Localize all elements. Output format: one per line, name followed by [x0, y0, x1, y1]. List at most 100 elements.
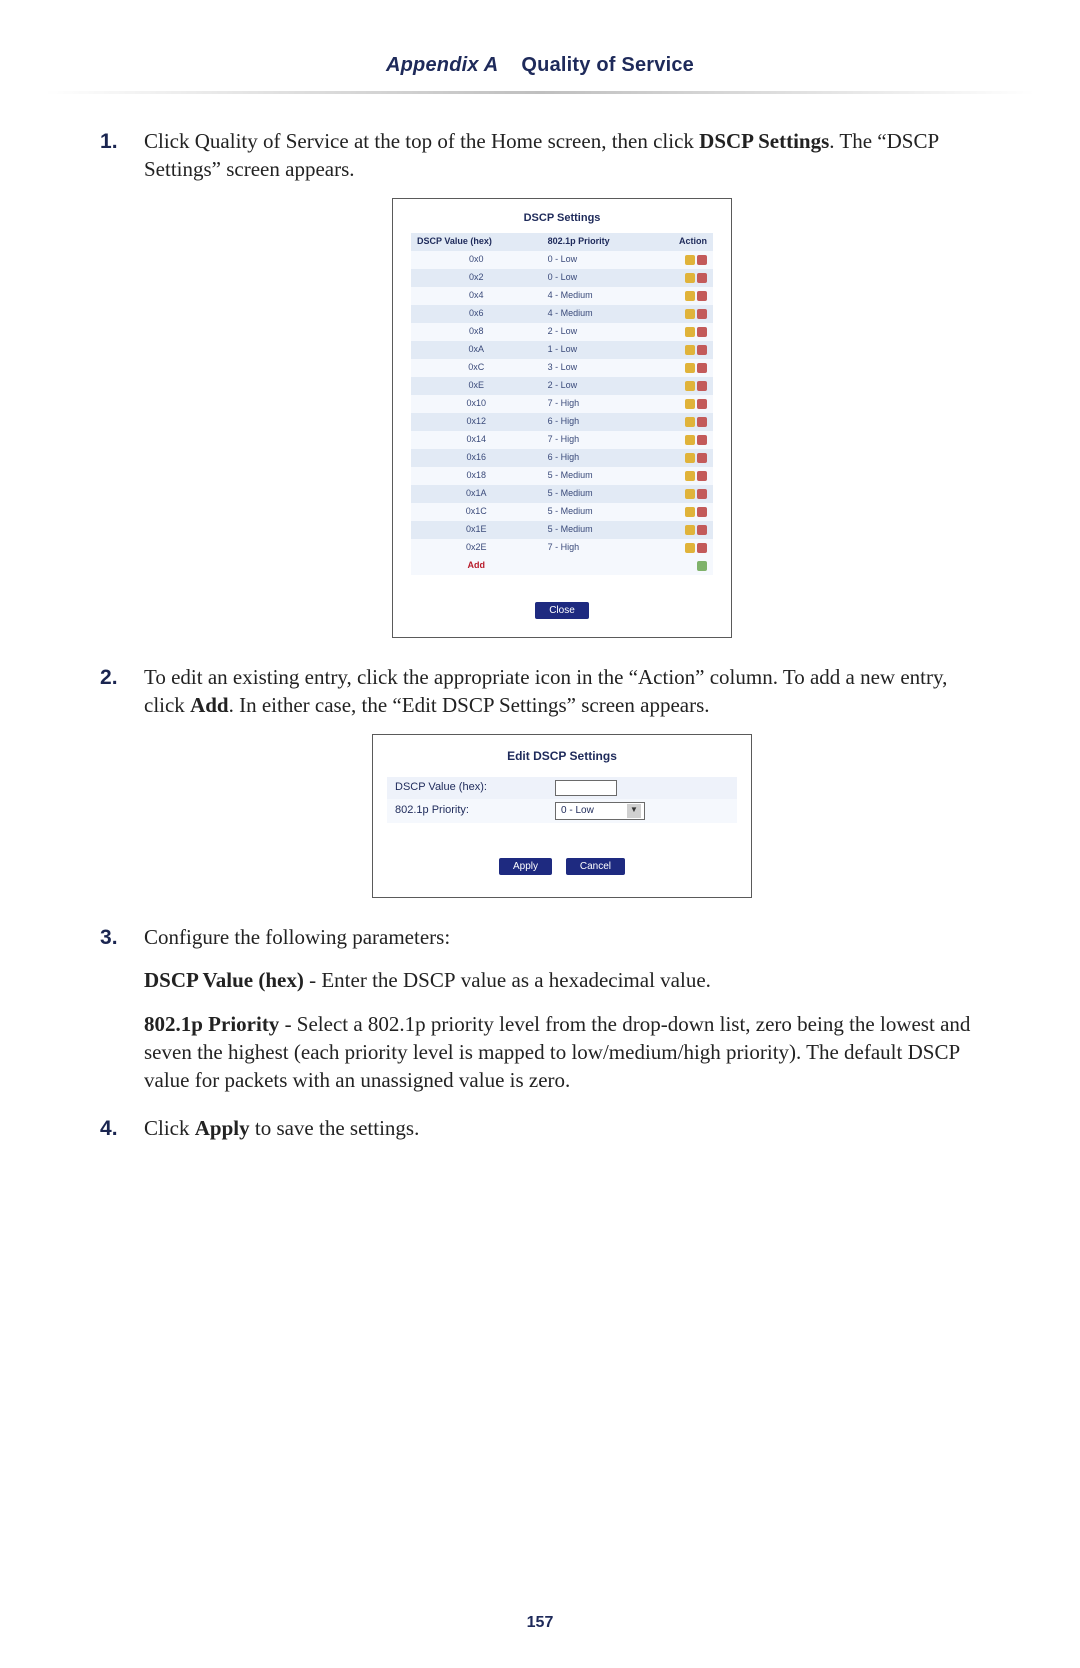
edit-icon[interactable]	[685, 309, 695, 319]
table-row: 0x00 - Low	[411, 251, 713, 269]
param-dscp-value: DSCP Value (hex) - Enter the DSCP value …	[144, 967, 980, 995]
delete-icon[interactable]	[697, 489, 707, 499]
page-number: 157	[0, 1614, 1080, 1632]
header-divider	[45, 91, 1035, 94]
dscp-action-cell	[653, 503, 713, 521]
dscp-priority-cell: 5 - Medium	[542, 503, 653, 521]
edit-icon[interactable]	[685, 273, 695, 283]
delete-icon[interactable]	[697, 327, 707, 337]
dscp-value-cell: 0x4	[411, 287, 542, 305]
table-row: 0x107 - High	[411, 395, 713, 413]
delete-icon[interactable]	[697, 435, 707, 445]
dscp-action-cell	[653, 539, 713, 557]
step-2-text: To edit an existing entry, click the app…	[144, 665, 947, 717]
delete-icon[interactable]	[697, 345, 707, 355]
dscp-action-cell	[653, 305, 713, 323]
dscp-priority-cell: 6 - High	[542, 449, 653, 467]
edit-icon[interactable]	[685, 525, 695, 535]
dscp-value-cell: 0x2E	[411, 539, 542, 557]
edit-row-dscp-value: DSCP Value (hex):	[387, 777, 737, 799]
edit-icon[interactable]	[685, 255, 695, 265]
priority-label: 802.1p Priority:	[395, 803, 555, 818]
table-row: 0x147 - High	[411, 431, 713, 449]
edit-icon[interactable]	[685, 417, 695, 427]
delete-icon[interactable]	[697, 507, 707, 517]
header-title: Quality of Service	[521, 54, 694, 76]
table-row: 0x166 - High	[411, 449, 713, 467]
delete-icon[interactable]	[697, 291, 707, 301]
edit-icon[interactable]	[685, 381, 695, 391]
dscp-value-cell: 0x10	[411, 395, 542, 413]
dscp-priority-cell: 7 - High	[542, 539, 653, 557]
close-button[interactable]: Close	[535, 602, 589, 619]
table-row: 0x1C5 - Medium	[411, 503, 713, 521]
edit-row-priority: 802.1p Priority: 0 - Low ▼	[387, 799, 737, 823]
dscp-value-cell: 0x12	[411, 413, 542, 431]
edit-icon[interactable]	[685, 363, 695, 373]
dscp-action-cell	[653, 269, 713, 287]
dscp-priority-cell: 4 - Medium	[542, 305, 653, 323]
edit-icon[interactable]	[685, 291, 695, 301]
delete-icon[interactable]	[697, 273, 707, 283]
dscp-value-cell: 0x1E	[411, 521, 542, 539]
table-row: 0x1E5 - Medium	[411, 521, 713, 539]
edit-icon[interactable]	[685, 453, 695, 463]
delete-icon[interactable]	[697, 363, 707, 373]
edit-icon[interactable]	[685, 471, 695, 481]
dscp-priority-cell: 0 - Low	[542, 269, 653, 287]
dscp-action-cell	[653, 287, 713, 305]
delete-icon[interactable]	[697, 471, 707, 481]
table-row: 0xC3 - Low	[411, 359, 713, 377]
delete-icon[interactable]	[697, 525, 707, 535]
header-appendix: Appendix A	[386, 54, 498, 76]
dscp-priority-cell: 7 - High	[542, 431, 653, 449]
edit-icon[interactable]	[685, 489, 695, 499]
delete-icon[interactable]	[697, 255, 707, 265]
edit-icon[interactable]	[685, 327, 695, 337]
dscp-value-cell: 0x0	[411, 251, 542, 269]
dscp-value-cell: 0x18	[411, 467, 542, 485]
delete-icon[interactable]	[697, 417, 707, 427]
dscp-value-cell: 0x2	[411, 269, 542, 287]
dscp-value-label: DSCP Value (hex):	[395, 780, 555, 795]
page-header: Appendix A Quality of Service	[100, 54, 980, 77]
dscp-priority-cell: 5 - Medium	[542, 521, 653, 539]
dscp-priority-cell: 1 - Low	[542, 341, 653, 359]
step-3: Configure the following parameters: DSCP…	[100, 924, 980, 1096]
delete-icon[interactable]	[697, 543, 707, 553]
apply-button[interactable]: Apply	[499, 858, 552, 875]
dscp-action-cell	[653, 431, 713, 449]
priority-select[interactable]: 0 - Low ▼	[555, 802, 645, 820]
edit-icon[interactable]	[685, 435, 695, 445]
priority-select-value: 0 - Low	[561, 804, 594, 817]
dscp-action-cell	[653, 467, 713, 485]
add-icon[interactable]	[697, 561, 707, 571]
edit-icon[interactable]	[685, 345, 695, 355]
dscp-col-value: DSCP Value (hex)	[411, 233, 542, 251]
dscp-settings-panel: DSCP Settings DSCP Value (hex) 802.1p Pr…	[392, 198, 732, 638]
delete-icon[interactable]	[697, 453, 707, 463]
delete-icon[interactable]	[697, 399, 707, 409]
cancel-button[interactable]: Cancel	[566, 858, 625, 875]
edit-icon[interactable]	[685, 543, 695, 553]
dscp-value-input[interactable]	[555, 780, 617, 796]
dscp-action-cell	[653, 323, 713, 341]
dscp-action-cell	[653, 449, 713, 467]
table-row: 0x1A5 - Medium	[411, 485, 713, 503]
delete-icon[interactable]	[697, 309, 707, 319]
dscp-value-cell: 0x1C	[411, 503, 542, 521]
dscp-action-cell	[653, 413, 713, 431]
dscp-add-link[interactable]: Add	[468, 560, 486, 570]
edit-icon[interactable]	[685, 507, 695, 517]
table-row: 0x126 - High	[411, 413, 713, 431]
edit-icon[interactable]	[685, 399, 695, 409]
param-priority: 802.1p Priority - Select a 802.1p priori…	[144, 1011, 980, 1095]
table-row: 0x185 - Medium	[411, 467, 713, 485]
dscp-action-cell	[653, 521, 713, 539]
dscp-value-cell: 0x14	[411, 431, 542, 449]
table-row: 0xE2 - Low	[411, 377, 713, 395]
table-row: 0x44 - Medium	[411, 287, 713, 305]
dscp-value-cell: 0x16	[411, 449, 542, 467]
delete-icon[interactable]	[697, 381, 707, 391]
table-row: 0x64 - Medium	[411, 305, 713, 323]
